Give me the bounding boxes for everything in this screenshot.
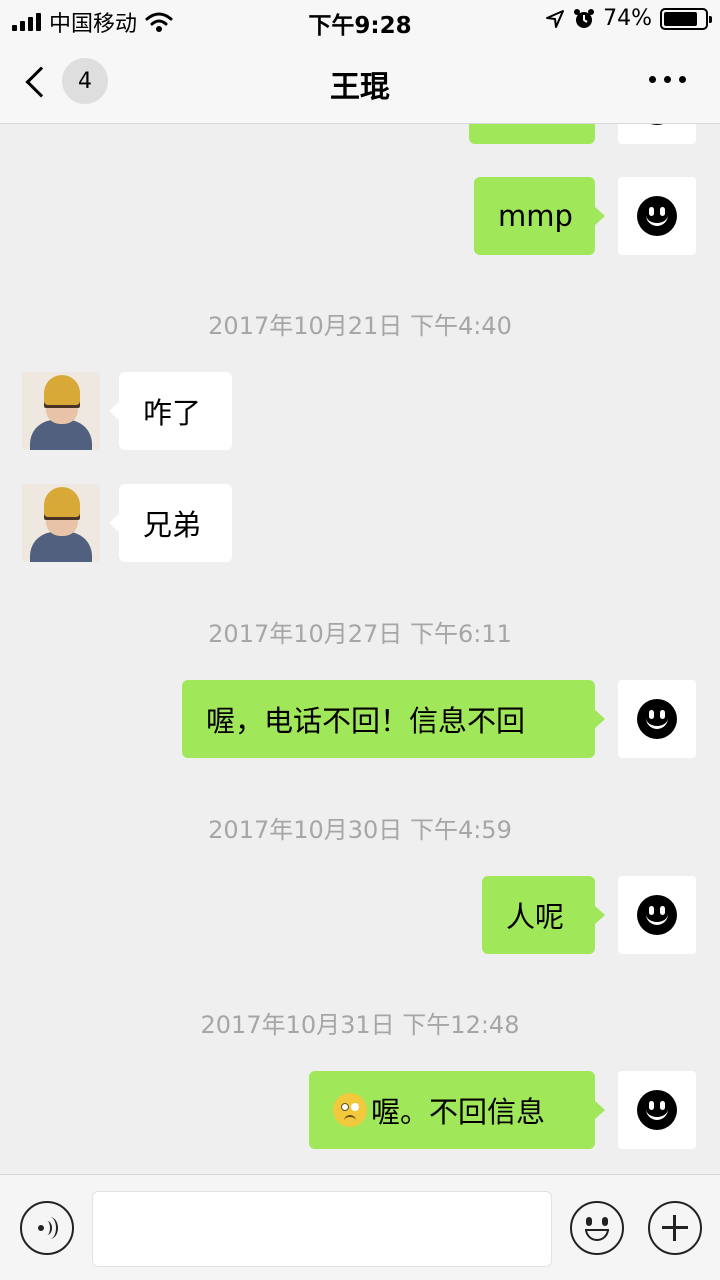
message-text: 喔。不回信息 xyxy=(371,1095,546,1129)
smiley-face-icon xyxy=(637,196,677,236)
avatar-other[interactable] xyxy=(22,372,100,450)
message-bubble-other[interactable]: 咋了 xyxy=(109,372,232,450)
message-timestamp: 2017年10月30日 下午4:59 xyxy=(208,816,512,844)
voice-button[interactable] xyxy=(20,1201,74,1255)
message-bubble-self[interactable] xyxy=(469,124,595,144)
plus-icon xyxy=(662,1215,688,1241)
smiley-face-icon xyxy=(637,124,677,125)
emoji-button[interactable] xyxy=(570,1201,624,1255)
chat-message-list[interactable]: mmp 2017年10月21日 下午4:40 咋了 兄弟 2017年10月27日… xyxy=(0,124,720,1174)
avatar-self[interactable] xyxy=(618,876,696,954)
message-bubble-self[interactable]: 喔，电话不回！信息不回 xyxy=(182,680,605,758)
chat-title: 王琨 xyxy=(330,70,390,105)
more-dots-icon[interactable] xyxy=(649,76,686,83)
more-actions-button[interactable] xyxy=(648,1201,702,1255)
battery-icon xyxy=(660,7,712,30)
message-timestamp: 2017年10月27日 下午6:11 xyxy=(208,620,512,648)
thinking-face-emoji-icon xyxy=(333,1093,367,1127)
voice-icon xyxy=(36,1217,58,1239)
message-input[interactable] xyxy=(92,1191,552,1267)
message-bubble-self[interactable]: 人呢 xyxy=(482,876,605,954)
message-timestamp: 2017年10月21日 下午4:40 xyxy=(208,312,512,340)
alarm-clock-icon xyxy=(574,8,595,28)
battery-percent: 74% xyxy=(603,6,652,31)
message-bubble-self[interactable]: 喔。不回信息 xyxy=(309,1071,605,1149)
emoji-face-icon xyxy=(574,1205,620,1251)
message-bubble-self[interactable]: mmp xyxy=(474,177,605,255)
avatar-other[interactable] xyxy=(22,484,100,562)
smiley-face-icon xyxy=(637,699,677,739)
message-timestamp: 2017年10月31日 下午12:48 xyxy=(200,1011,520,1039)
status-right: 74% xyxy=(545,6,712,31)
smiley-face-icon xyxy=(637,895,677,935)
avatar-self[interactable] xyxy=(618,124,696,144)
avatar-self[interactable] xyxy=(618,177,696,255)
nav-bar: 4 王琨 xyxy=(0,40,720,124)
message-bubble-other[interactable]: 兄弟 xyxy=(109,484,232,562)
location-arrow-icon xyxy=(546,9,565,28)
avatar-self[interactable] xyxy=(618,680,696,758)
smiley-face-icon xyxy=(637,1090,677,1130)
input-bar xyxy=(0,1174,720,1280)
status-bar: 中国移动 下午9:28 74% xyxy=(0,0,720,40)
avatar-self[interactable] xyxy=(618,1071,696,1149)
